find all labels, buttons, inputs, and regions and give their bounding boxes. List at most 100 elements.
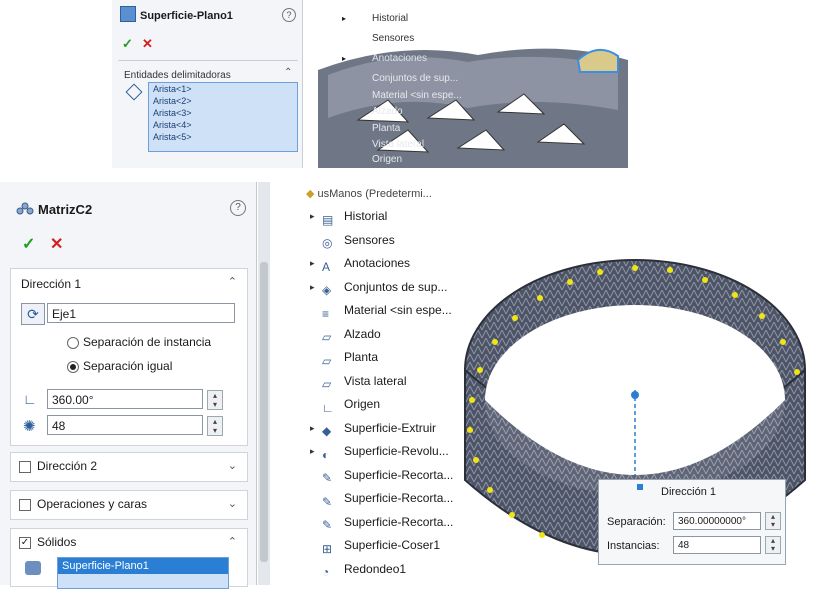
list-item[interactable]: Arista<3>	[149, 107, 297, 119]
expand-arrow-icon[interactable]: ▸	[310, 423, 315, 434]
help-icon[interactable]: ?	[230, 200, 246, 216]
scrollbar-thumb[interactable]	[260, 262, 268, 562]
tree-item[interactable]: A Anotaciones	[322, 253, 410, 274]
instances-spinner[interactable]: ▴ ▾	[765, 536, 781, 554]
expand-arrow-icon[interactable]: ▸	[310, 446, 315, 457]
planar-surface-icon	[120, 6, 136, 22]
expand-arrow-icon[interactable]: ▸	[342, 54, 346, 63]
surface-plane-property-panel: Superficie-Plano1 ? ✓ ✕ Entidades delimi…	[112, 0, 303, 168]
list-item[interactable]: Arista<1>	[149, 83, 297, 95]
instances-label: Instancias:	[607, 540, 660, 552]
tree-item[interactable]: ▤ Historial	[322, 206, 388, 227]
axis-field[interactable]: Eje1	[47, 303, 235, 323]
help-icon[interactable]: ?	[282, 8, 296, 22]
group-title: Operaciones y caras	[37, 497, 148, 511]
direction2-checkbox[interactable]	[19, 461, 31, 473]
material-icon: ≡	[322, 306, 330, 321]
tree-item[interactable]: ▱ Vista lateral	[322, 371, 407, 392]
expand-arrow-icon[interactable]: ▸	[342, 14, 346, 23]
tree-item-label[interactable]: Vista lateral	[372, 139, 424, 150]
tree-item[interactable]: ✎ Superficie-Recorta...	[322, 488, 454, 509]
bodies-checkbox[interactable]: ✓	[19, 537, 31, 549]
tree-item-label[interactable]: Historial	[372, 13, 408, 24]
list-item[interactable]: Arista<5>	[149, 131, 297, 143]
instances-field[interactable]: 48	[47, 415, 203, 435]
cancel-x-icon[interactable]: ✕	[50, 234, 63, 254]
tree-item[interactable]: ◈ Conjuntos de sup...	[322, 277, 448, 298]
equal-spacing-radio[interactable]	[67, 361, 79, 373]
tree-item-label[interactable]: Sensores	[372, 33, 414, 44]
tree-item[interactable]: ◎ Sensores	[322, 230, 395, 251]
chevron-up-icon[interactable]: ⌃	[284, 67, 292, 78]
tree-item-label: Historial	[344, 209, 388, 223]
chevron-up-icon[interactable]: ⌃	[228, 275, 237, 288]
surface-bodies-icon: ◈	[322, 283, 332, 298]
tree-item-label[interactable]: Anotaciones	[372, 53, 427, 64]
part-icon: ◆	[306, 188, 315, 200]
list-item[interactable]: Superficie-Plano1	[58, 558, 228, 574]
chevron-up-icon[interactable]: ⌃	[228, 535, 237, 548]
tree-item-label: Superficie-Extruir	[344, 420, 437, 435]
instances-field[interactable]: 48	[673, 536, 761, 554]
cancel-x-icon[interactable]: ✕	[142, 36, 153, 52]
body-icon	[25, 561, 41, 575]
chevron-down-icon[interactable]: ⌄	[228, 459, 237, 472]
tree-item[interactable]: ✎ Superficie-Recorta...	[322, 465, 454, 486]
tree-item[interactable]: ◆ Superficie-Extruir	[322, 418, 437, 439]
expand-arrow-icon[interactable]: ▸	[310, 258, 315, 269]
tree-item-label: Superficie-Recorta...	[344, 491, 454, 505]
instances-icon: ✺	[23, 418, 36, 435]
edge-list[interactable]: Arista<1> Arista<2> Arista<3> Arista<4> …	[148, 82, 298, 152]
tree-item-label[interactable]: Material <sin espe...	[372, 90, 462, 101]
circular-pattern-property-manager: MatrizC2 ? ✓ ✕ Dirección 1 ⌃ ⟳ Eje1 Sepa…	[0, 182, 257, 589]
plane-icon: ▱	[322, 353, 332, 368]
separation-label: Separación:	[607, 516, 666, 528]
angle-icon: ∟	[23, 391, 37, 407]
direction1-group: Dirección 1 ⌃ ⟳ Eje1 Separación de insta…	[10, 268, 248, 446]
ok-check-icon[interactable]: ✓	[122, 36, 133, 52]
group-title: Sólidos	[37, 535, 77, 549]
separation-spinner[interactable]: ▴ ▾	[765, 512, 781, 530]
tree-item[interactable]: ◔ Redondeo1	[322, 559, 406, 580]
tree-item[interactable]: ⊞ Superficie-Coser1	[322, 535, 440, 556]
edge-selection-icon	[125, 83, 143, 101]
tree-item-label[interactable]: Alzado	[372, 106, 403, 117]
trim-surface-icon: ✎	[322, 518, 333, 533]
tree-item[interactable]: ◐ Superficie-Revolu...	[322, 441, 449, 462]
ok-check-icon[interactable]: ✓	[22, 234, 35, 254]
tree-item-label[interactable]: Planta	[372, 123, 400, 134]
tree-item[interactable]: ▱ Planta	[322, 347, 378, 368]
instances-spinner[interactable]: ▴ ▾	[207, 416, 223, 436]
circular-pattern-icon	[16, 202, 34, 215]
panel-title: Superficie-Plano1	[140, 10, 233, 22]
tree-item-label: Vista lateral	[344, 373, 407, 388]
list-item[interactable]: Arista<2>	[149, 95, 297, 107]
chevron-down-icon[interactable]: ⌄	[228, 497, 237, 510]
direction2-group[interactable]: Dirección 2 ⌄	[10, 452, 248, 482]
angle-spinner[interactable]: ▴ ▾	[207, 390, 223, 410]
tree-item[interactable]: ✎ Superficie-Recorta...	[322, 512, 453, 533]
panel-scrollbar[interactable]	[258, 182, 270, 585]
sensor-icon: ◎	[322, 236, 333, 251]
expand-arrow-icon[interactable]: ▸	[310, 211, 315, 222]
features-faces-checkbox[interactable]	[19, 499, 31, 511]
tree-item-label: Superficie-Recorta...	[344, 467, 454, 482]
tree-item-label: Conjuntos de sup...	[344, 279, 448, 294]
tree-item-label: Alzado	[344, 326, 381, 341]
tree-item[interactable]: ∟ Origen	[322, 394, 380, 415]
features-faces-group[interactable]: Operaciones y caras ⌄	[10, 490, 248, 520]
instance-spacing-radio[interactable]	[67, 337, 79, 349]
angle-field[interactable]: 360.00°	[47, 389, 203, 409]
list-item[interactable]: Arista<4>	[149, 119, 297, 131]
callout-anchor-icon	[637, 484, 643, 490]
knit-surface-icon: ⊞	[322, 541, 333, 556]
tree-item-label[interactable]: Conjuntos de sup...	[372, 73, 458, 84]
tree-item[interactable]: ▱ Alzado	[322, 324, 381, 345]
tree-item-label[interactable]: Origen	[372, 154, 402, 165]
separation-field[interactable]: 360.00000000°	[673, 512, 761, 530]
reverse-direction-icon[interactable]: ⟳	[21, 303, 45, 325]
bodies-list[interactable]: Superficie-Plano1	[57, 557, 229, 589]
bodies-group: ✓ Sólidos ⌃ Superficie-Plano1	[10, 528, 248, 589]
tree-item[interactable]: ≡ Material <sin espe...	[322, 300, 452, 321]
expand-arrow-icon[interactable]: ▸	[310, 282, 315, 293]
